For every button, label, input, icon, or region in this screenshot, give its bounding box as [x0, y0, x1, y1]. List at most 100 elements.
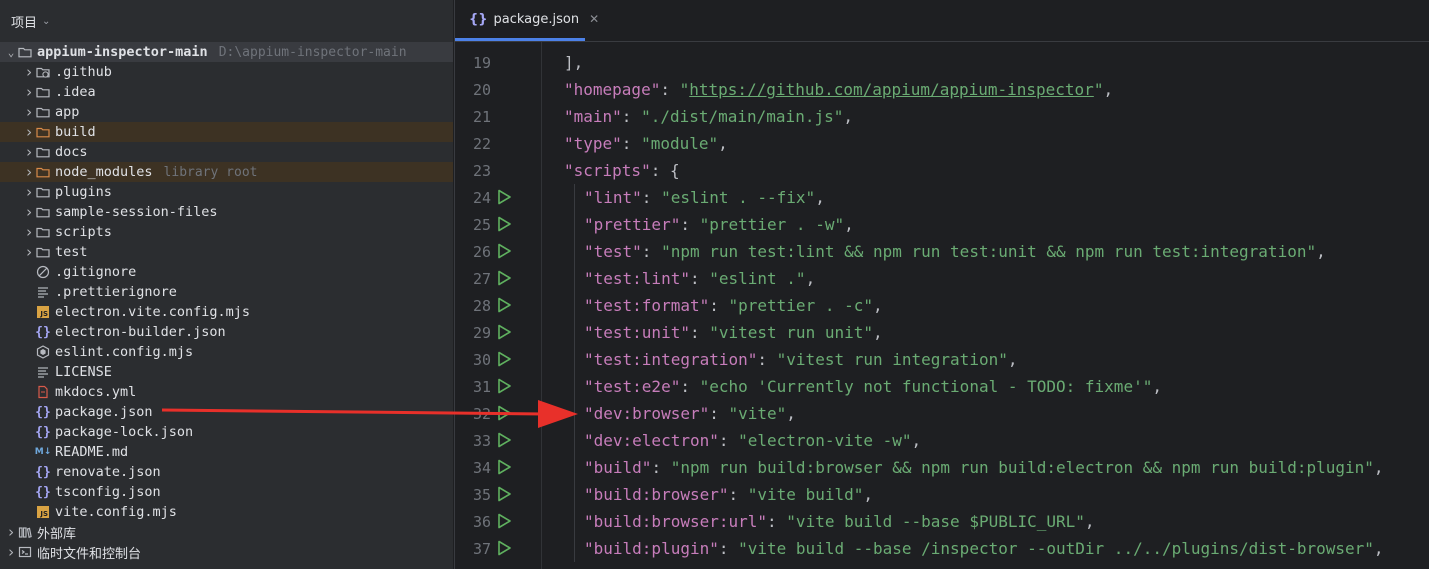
code-token: , [843, 107, 853, 126]
code-line[interactable]: 19], [455, 49, 1429, 76]
code-token: "main" [564, 107, 622, 126]
root-folder-path: D:\appium-inspector-main [218, 44, 407, 60]
tree-item[interactable]: › node_modules library root [0, 162, 453, 182]
tree-item[interactable]: eslint.config.mjs [0, 342, 453, 362]
code-token: : [660, 80, 680, 99]
tree-item[interactable]: mkdocs.yml [0, 382, 453, 402]
tree-item[interactable]: › plugins [0, 182, 453, 202]
tree-item[interactable]: › sample-session-files [0, 202, 453, 222]
tree-item-label: vite.config.mjs [55, 504, 177, 520]
code-token: : [709, 404, 729, 423]
code-token: "test:format" [584, 296, 710, 315]
run-script-icon[interactable] [496, 270, 512, 286]
chevron-right-icon[interactable]: › [4, 523, 18, 541]
run-script-icon[interactable] [496, 540, 512, 556]
tree-item[interactable]: › app [0, 102, 453, 122]
run-script-icon[interactable] [496, 405, 512, 421]
run-script-icon[interactable] [496, 459, 512, 475]
code-token: , [1084, 512, 1095, 531]
close-icon[interactable]: ✕ [589, 12, 599, 26]
chevron-down-icon[interactable]: ⌄ [42, 16, 50, 27]
code-token: : [757, 350, 777, 369]
run-script-icon[interactable] [496, 486, 512, 502]
tree-item-label: scripts [55, 224, 112, 240]
tab-package-json[interactable]: {} package.json ✕ [455, 0, 599, 41]
chevron-right-icon[interactable]: › [22, 103, 36, 121]
code-area[interactable]: 19], 20 "homepage": "https://github.com/ap… [455, 42, 1429, 569]
tree-item-label: build [55, 124, 96, 140]
tree-item[interactable]: › build [0, 122, 453, 142]
tree-root-row[interactable]: ⌄ appium-inspector-main D:\appium-inspec… [0, 42, 453, 62]
chevron-right-icon[interactable]: › [22, 223, 36, 241]
code-line[interactable]: 35 "build:browser": "vite build", [455, 481, 1429, 508]
line-number: 35 [472, 485, 491, 504]
project-panel-header[interactable]: 项目 ⌄ [0, 0, 453, 42]
run-script-icon[interactable] [496, 189, 512, 205]
chevron-right-icon[interactable]: › [22, 163, 36, 181]
tree-item[interactable]: {} package-lock.json [0, 422, 453, 442]
tree-item[interactable]: M↓ README.md [0, 442, 453, 462]
tree-item[interactable]: {} renovate.json [0, 462, 453, 482]
code-token: "prettier . -w" [699, 215, 845, 234]
code-token[interactable]: https://github.com/appium/appium-inspect… [689, 80, 1094, 99]
code-line[interactable]: 29 "test:unit": "vitest run unit", [455, 319, 1429, 346]
chevron-right-icon[interactable]: › [22, 203, 36, 221]
tree-item[interactable]: LICENSE [0, 362, 453, 382]
code-token: : [689, 323, 710, 342]
run-script-icon[interactable] [496, 351, 512, 367]
code-line[interactable]: 20 "homepage": "https://github.com/appium… [455, 76, 1429, 103]
chevron-right-icon[interactable]: › [22, 183, 36, 201]
code-line[interactable]: 30 "test:integration": "vitest run integr… [455, 346, 1429, 373]
code-token: "vite" [728, 404, 787, 423]
code-token: "vite build --base /inspector --outDir .… [738, 539, 1374, 558]
tree-item-label: docs [55, 144, 88, 160]
code-token: : [689, 269, 710, 288]
tree-item[interactable]: › 临时文件和控制台 [0, 542, 453, 562]
run-script-icon[interactable] [496, 216, 512, 232]
run-script-icon[interactable] [496, 243, 512, 259]
chevron-right-icon[interactable]: › [22, 63, 36, 81]
code-line[interactable]: 22 "type": "module", [455, 130, 1429, 157]
chevron-right-icon[interactable]: › [22, 83, 36, 101]
tree-item[interactable]: .prettierignore [0, 282, 453, 302]
code-line[interactable]: 34 "build": "npm run build:browser && npm… [455, 454, 1429, 481]
tree-item[interactable]: › .idea [0, 82, 453, 102]
run-script-icon[interactable] [496, 324, 512, 340]
tree-item[interactable]: {} electron-builder.json [0, 322, 453, 342]
tree-item[interactable]: › scripts [0, 222, 453, 242]
chevron-right-icon[interactable]: › [22, 143, 36, 161]
run-script-icon[interactable] [496, 432, 512, 448]
code-line[interactable]: 21 "main": "./dist/main/main.js", [455, 103, 1429, 130]
code-line[interactable]: 32 "dev:browser": "vite", [455, 400, 1429, 427]
chevron-right-icon[interactable]: › [22, 123, 36, 141]
code-line[interactable]: 23 "scripts": { [455, 157, 1429, 184]
tree-item[interactable]: › docs [0, 142, 453, 162]
chevron-right-icon[interactable]: › [22, 243, 36, 261]
code-line[interactable]: 28 "test:format": "prettier . -c", [455, 292, 1429, 319]
code-line[interactable]: 31 "test:e2e": "echo 'Currently not funct… [455, 373, 1429, 400]
tree-item-label: plugins [55, 184, 112, 200]
chevron-down-icon[interactable]: ⌄ [4, 46, 18, 59]
tree-item[interactable]: {} package.json [0, 402, 453, 422]
tree-item[interactable]: JS vite.config.mjs [0, 502, 453, 522]
code-line[interactable]: 25 "prettier": "prettier . -w", [455, 211, 1429, 238]
tree-item[interactable]: {} tsconfig.json [0, 482, 453, 502]
chevron-right-icon[interactable]: › [4, 543, 18, 561]
tree-item[interactable]: .gitignore [0, 262, 453, 282]
run-script-icon[interactable] [496, 513, 512, 529]
code-line[interactable]: 26 "test": "npm run test:lint && npm run … [455, 238, 1429, 265]
line-number: 21 [472, 107, 491, 126]
tree-item[interactable]: JS electron.vite.config.mjs [0, 302, 453, 322]
code-line[interactable]: 36 "build:browser:url": "vite build --bas… [455, 508, 1429, 535]
code-line[interactable]: 24 "lint": "eslint . --fix", [455, 184, 1429, 211]
tree-item[interactable]: › test [0, 242, 453, 262]
code-line[interactable]: 27 "test:lint": "eslint .", [455, 265, 1429, 292]
code-text: "test:integration": "vitest run integrat… [584, 350, 1017, 369]
code-line[interactable]: 33 "dev:electron": "electron-vite -w", [455, 427, 1429, 454]
run-script-icon[interactable] [496, 297, 512, 313]
code-line[interactable]: 37 "build:plugin": "vite build --base /in… [455, 535, 1429, 562]
tree-item[interactable]: › 外部库 [0, 522, 453, 542]
code-token: : [651, 458, 671, 477]
run-script-icon[interactable] [496, 378, 512, 394]
tree-item[interactable]: › .github [0, 62, 453, 82]
